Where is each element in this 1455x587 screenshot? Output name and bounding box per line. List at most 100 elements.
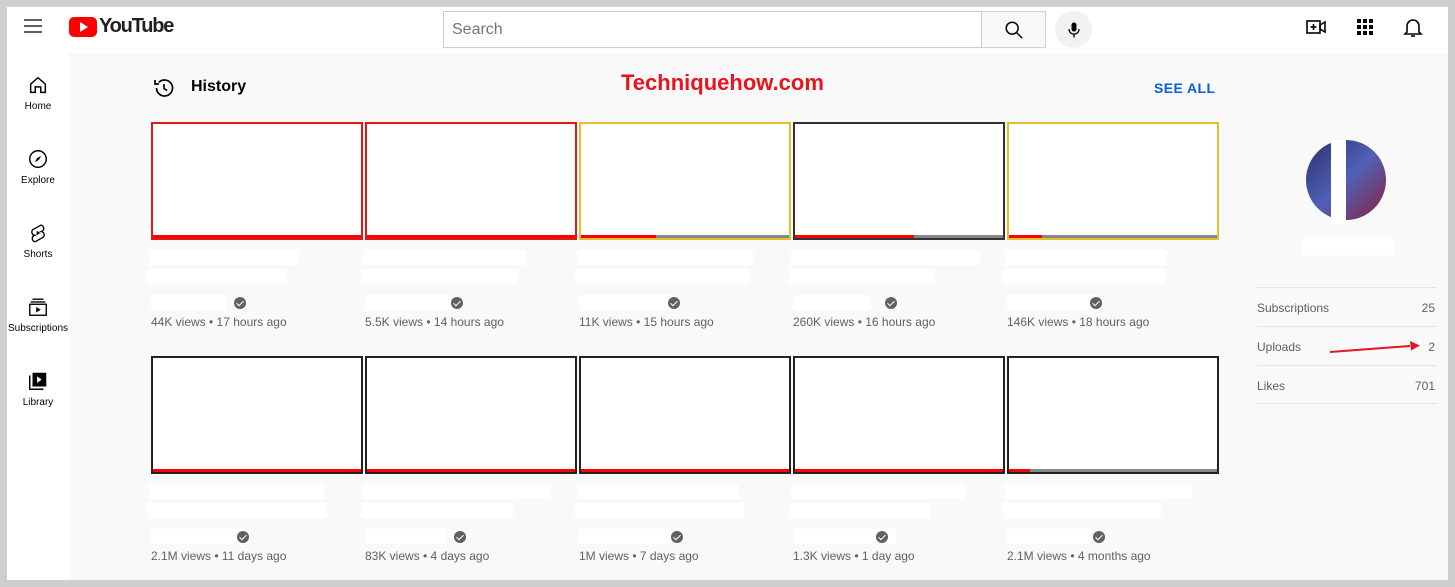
video-card[interactable]: 260K views • 16 hours ago <box>789 122 1005 332</box>
watch-progress-remaining <box>913 235 1003 238</box>
redacted-title <box>361 269 518 284</box>
redacted-title <box>791 250 980 265</box>
verified-badge-icon <box>237 531 249 543</box>
redacted-title <box>361 503 513 518</box>
sidebar-item-label: Library <box>22 397 54 408</box>
verified-badge-icon <box>1090 297 1102 309</box>
watch-progress-bar <box>367 235 575 238</box>
redacted-title <box>1005 484 1192 499</box>
video-card[interactable]: 1M views • 7 days ago <box>575 356 791 566</box>
search-button[interactable] <box>982 11 1046 48</box>
watch-progress-remaining <box>655 235 789 238</box>
sidebar-item-subscriptions[interactable]: Subscriptions <box>7 296 69 334</box>
watch-progress-bar <box>795 235 914 238</box>
video-meta: 260K views • 16 hours ago <box>793 315 936 329</box>
video-meta: 83K views • 4 days ago <box>365 549 490 563</box>
watch-progress-remaining <box>1029 469 1217 472</box>
sidebar: Home Explore Shorts Subscriptions Librar… <box>7 53 69 580</box>
video-thumbnail[interactable] <box>579 356 791 474</box>
video-thumbnail[interactable] <box>365 122 577 240</box>
stat-row-subscriptions: Subscriptions 25 <box>1257 287 1437 326</box>
video-meta: 44K views • 17 hours ago <box>151 315 287 329</box>
watch-progress-bar <box>795 469 1003 472</box>
redacted-channel <box>365 295 451 310</box>
home-icon <box>29 76 47 94</box>
voice-search-button[interactable] <box>1055 11 1092 48</box>
stat-value: 701 <box>1414 379 1435 393</box>
video-thumbnail[interactable] <box>1007 122 1219 240</box>
video-meta: 11K views • 15 hours ago <box>579 315 714 329</box>
annotation-arrow <box>1329 341 1420 353</box>
verified-badge-icon <box>1093 531 1105 543</box>
video-thumbnail[interactable] <box>151 122 363 240</box>
library-icon <box>29 372 47 390</box>
video-thumbnail[interactable] <box>151 356 363 474</box>
redacted-title <box>149 484 324 499</box>
video-card[interactable]: 83K views • 4 days ago <box>361 356 577 566</box>
video-meta: 1.3K views • 1 day ago <box>793 549 915 563</box>
stat-label: Subscriptions <box>1257 301 1330 315</box>
video-thumbnail[interactable] <box>793 122 1005 240</box>
microphone-icon <box>1068 22 1080 38</box>
redacted-title <box>147 503 327 518</box>
search-area <box>7 11 1448 48</box>
verified-badge-icon <box>451 297 463 309</box>
redacted-title <box>577 250 753 265</box>
verified-badge-icon <box>454 531 466 543</box>
video-thumbnail[interactable] <box>793 356 1005 474</box>
sidebar-item-shorts[interactable]: Shorts <box>7 222 69 260</box>
verified-badge-icon <box>668 297 680 309</box>
subscriptions-icon <box>29 298 47 316</box>
watermark-text: Techniquehow.com <box>621 70 824 95</box>
video-card[interactable]: 11K views • 15 hours ago <box>575 122 791 332</box>
redacted-title <box>575 269 749 284</box>
stat-row-likes: Likes 701 <box>1257 365 1437 404</box>
video-card[interactable]: 2.1M views • 4 months ago <box>1003 356 1219 566</box>
redacted-title <box>789 269 935 284</box>
avatar[interactable] <box>1306 140 1386 220</box>
watch-progress-bar <box>367 469 575 472</box>
redacted-channel <box>579 529 671 544</box>
watch-progress-bar <box>153 469 361 472</box>
create-video-icon[interactable] <box>1304 15 1328 39</box>
sidebar-item-label: Subscriptions <box>7 323 69 334</box>
sidebar-item-label: Home <box>24 101 52 112</box>
redacted-channel <box>1007 529 1091 544</box>
video-thumbnail[interactable] <box>1007 356 1219 474</box>
redacted-block <box>1331 140 1346 224</box>
video-card[interactable]: 1.3K views • 1 day ago <box>789 356 1005 566</box>
video-meta: 5.5K views • 14 hours ago <box>365 315 504 329</box>
sidebar-item-library[interactable]: Library <box>7 370 69 408</box>
video-thumbnail[interactable] <box>579 122 791 240</box>
redacted-title <box>363 250 526 265</box>
apps-grid-icon[interactable] <box>1353 15 1377 39</box>
sidebar-item-home[interactable]: Home <box>7 74 69 112</box>
redacted-channel <box>793 295 871 310</box>
verified-badge-icon <box>671 531 683 543</box>
shorts-icon <box>31 224 45 243</box>
video-card[interactable]: 44K views • 17 hours ago <box>147 122 363 332</box>
section-title[interactable]: History <box>191 78 246 96</box>
compass-icon <box>29 150 47 168</box>
search-input[interactable] <box>443 11 982 48</box>
verified-badge-icon <box>885 297 897 309</box>
see-all-link[interactable]: SEE ALL <box>1154 80 1215 96</box>
redacted-channel <box>365 529 446 544</box>
redacted-title <box>791 484 965 499</box>
video-card[interactable]: 2.1M views • 11 days ago <box>147 356 363 566</box>
video-meta: 2.1M views • 4 months ago <box>1007 549 1151 563</box>
redacted-channel-name <box>1302 238 1394 255</box>
stat-label: Uploads <box>1257 340 1302 354</box>
history-icon <box>154 79 174 97</box>
verified-badge-icon <box>234 297 246 309</box>
video-thumbnail[interactable] <box>365 356 577 474</box>
notifications-bell-icon[interactable] <box>1401 15 1425 39</box>
redacted-channel <box>579 295 676 310</box>
video-card[interactable]: 5.5K views • 14 hours ago <box>361 122 577 332</box>
watch-progress-bar <box>1009 235 1043 238</box>
sidebar-item-explore[interactable]: Explore <box>7 148 69 186</box>
sidebar-item-label: Shorts <box>23 249 53 260</box>
redacted-channel <box>151 295 226 310</box>
video-card[interactable]: 146K views • 18 hours ago <box>1003 122 1219 332</box>
redacted-title <box>1003 269 1166 284</box>
